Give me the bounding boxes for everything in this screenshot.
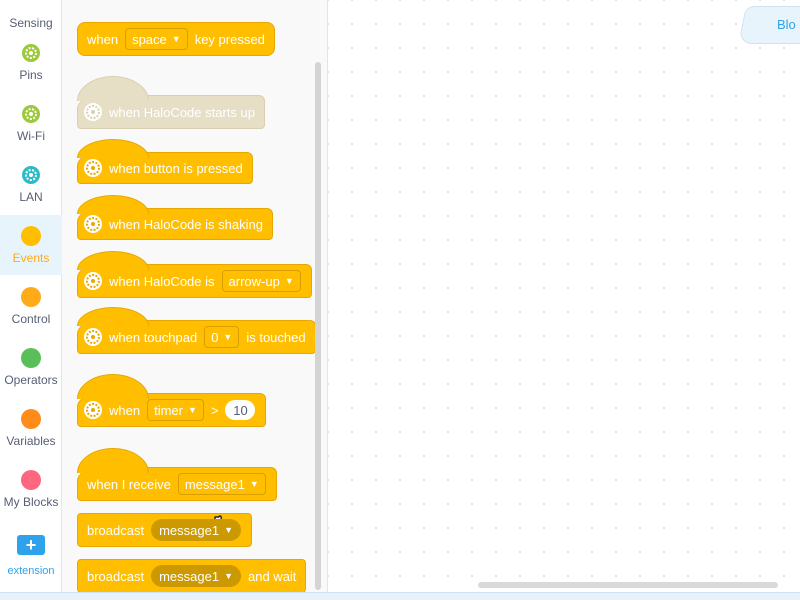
category-label: Variables — [6, 433, 56, 448]
block-text: and wait — [248, 568, 297, 584]
broadcast-and-wait-block[interactable]: broadcast message1 ▼ and wait — [77, 559, 307, 593]
sensor-dropdown[interactable]: timer ▼ — [147, 399, 204, 421]
events-dot-icon — [21, 225, 41, 246]
category-pins[interactable]: Pins — [0, 32, 62, 92]
block-text: broadcast — [87, 522, 145, 538]
blocks-tab-label: Blo — [777, 17, 796, 32]
dropdown-value: timer — [154, 402, 183, 418]
dropdown-value: message1 — [184, 476, 245, 492]
category-label: Sensing — [9, 16, 53, 30]
plus-icon: + — [17, 535, 45, 555]
broadcast-block[interactable]: broadcast message1 ▼ — [77, 513, 252, 547]
block-text: is touched — [246, 329, 306, 345]
block-text: when button is pressed — [109, 160, 243, 176]
script-workspace[interactable] — [328, 0, 800, 600]
palette-scrollbar[interactable] — [315, 62, 321, 590]
category-variables[interactable]: Variables — [0, 398, 62, 458]
when-key-pressed-block[interactable]: when space ▼ key pressed — [77, 22, 275, 56]
category-sidebar: Sensing Pins Wi-Fi LAN Events Control Op… — [0, 0, 62, 600]
threshold-input[interactable]: 10 — [225, 400, 256, 420]
message-dropdown[interactable]: message1 ▼ — [177, 473, 266, 495]
block-text: when — [87, 31, 119, 47]
extension-button[interactable]: + extension — [0, 530, 62, 586]
category-label: My Blocks — [3, 494, 59, 509]
block-text: broadcast — [87, 568, 145, 584]
dropdown-value: space — [132, 31, 167, 47]
touchpad-dropdown[interactable]: 0 ▼ — [204, 326, 240, 348]
when-halocode-is-block[interactable]: when HaloCode is arrow-up ▼ — [77, 251, 312, 298]
when-shaking-block[interactable]: when HaloCode is shaking — [77, 195, 273, 240]
my-blocks-dot-icon — [21, 469, 41, 490]
message-dropdown[interactable]: message1 ▼ — [151, 519, 241, 541]
halocode-icon — [84, 159, 102, 177]
when-timer-greater-block[interactable]: when timer ▼ > 10 — [77, 374, 267, 427]
category-events[interactable]: Events — [0, 215, 62, 275]
gesture-dropdown[interactable]: arrow-up ▼ — [221, 270, 301, 292]
category-lan[interactable]: LAN — [0, 154, 62, 214]
block-text: when I receive — [87, 476, 171, 492]
caret-down-icon: ▼ — [223, 332, 233, 342]
category-label: Wi-Fi — [17, 128, 45, 143]
category-label: Pins — [19, 67, 43, 82]
category-operators[interactable]: Operators — [0, 337, 62, 397]
operator-text: > — [210, 402, 219, 418]
extension-label: extension — [7, 565, 55, 577]
caret-down-icon: ▼ — [224, 571, 233, 581]
halocode-icon — [84, 401, 102, 419]
caret-down-icon: ▼ — [284, 276, 294, 286]
halocode-icon — [84, 272, 102, 290]
dropdown-value: 0 — [211, 329, 219, 345]
workspace-horizontal-scrollbar[interactable] — [478, 582, 778, 588]
wifi-icon — [22, 104, 40, 123]
block-text: when HaloCode is shaking — [109, 216, 263, 232]
operators-dot-icon — [21, 347, 41, 368]
halocode-icon — [84, 103, 102, 121]
caret-down-icon: ▼ — [249, 479, 259, 489]
lan-icon — [22, 165, 40, 184]
bottom-border — [0, 592, 800, 600]
category-label: LAN — [19, 189, 43, 204]
pins-icon — [22, 43, 40, 62]
caret-down-icon: ▼ — [187, 405, 197, 415]
block-text: when — [109, 402, 141, 418]
when-i-receive-block[interactable]: when I receive message1 ▼ — [77, 448, 277, 501]
when-touchpad-touched-block[interactable]: when touchpad 0 ▼ is touched — [77, 307, 316, 354]
dropdown-value: message1 — [159, 522, 220, 538]
category-label: Control — [11, 311, 51, 326]
control-dot-icon — [21, 286, 41, 307]
dropdown-value: arrow-up — [228, 273, 280, 289]
block-text: when touchpad — [109, 329, 198, 345]
block-text: when HaloCode starts up — [109, 104, 255, 120]
block-text: when HaloCode is — [109, 273, 215, 289]
category-control[interactable]: Control — [0, 276, 62, 336]
caret-down-icon: ▼ — [171, 34, 181, 44]
block-palette: when space ▼ key pressed when HaloCode st… — [62, 0, 328, 600]
category-wifi[interactable]: Wi-Fi — [0, 93, 62, 153]
category-label: Operators — [4, 372, 58, 387]
halocode-icon — [84, 215, 102, 233]
when-starts-up-block[interactable]: when HaloCode starts up — [77, 76, 265, 129]
category-my-blocks[interactable]: My Blocks — [0, 459, 62, 519]
key-dropdown[interactable]: space ▼ — [125, 28, 188, 50]
message-dropdown[interactable]: message1 ▼ — [151, 565, 241, 587]
category-label: Events — [12, 250, 50, 265]
when-button-pressed-block[interactable]: when button is pressed — [77, 139, 253, 184]
caret-down-icon: ▼ — [224, 525, 233, 535]
variables-dot-icon — [21, 408, 41, 429]
block-text: key pressed — [194, 31, 265, 47]
halocode-icon — [84, 328, 102, 346]
dropdown-value: message1 — [159, 568, 220, 584]
